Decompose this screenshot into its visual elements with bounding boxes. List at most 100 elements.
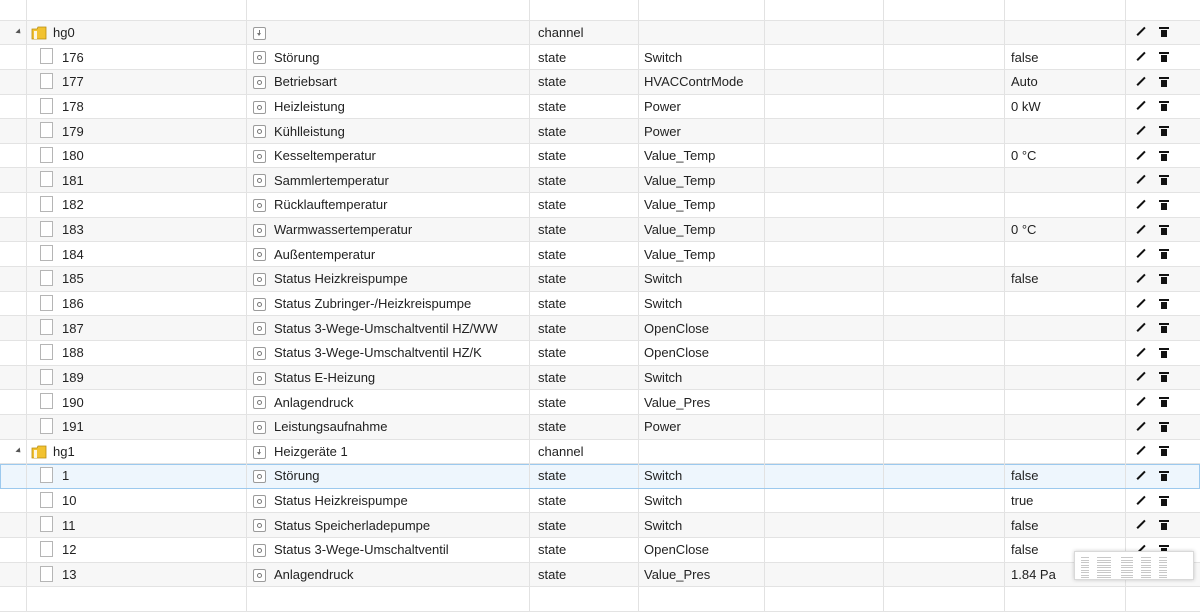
tree-state-row[interactable]: 180 Kesseltemperatur state Value_Temp 0 °C: [0, 143, 1200, 169]
column-divider: [883, 119, 884, 143]
delete-button[interactable]: [1154, 341, 1174, 365]
delete-button[interactable]: [1154, 70, 1174, 94]
delete-button[interactable]: [1154, 95, 1174, 119]
column-divider: [26, 217, 27, 242]
edit-button[interactable]: [1131, 415, 1151, 439]
delete-button[interactable]: [1154, 168, 1174, 192]
column-divider: [764, 217, 765, 242]
edit-button[interactable]: [1131, 464, 1151, 488]
tree-folder-row[interactable]: [0, 0, 1200, 21]
delete-button[interactable]: [1154, 464, 1174, 488]
edit-button[interactable]: [1131, 119, 1151, 143]
tree-state-row[interactable]: 183 Warmwassertemperatur state Value_Temp 0 …: [0, 217, 1200, 243]
tree-state-row[interactable]: 176 Störung state Switch false: [0, 45, 1200, 70]
edit-button[interactable]: [1131, 95, 1151, 119]
state-type-icon: [253, 174, 266, 188]
edit-button[interactable]: [1131, 267, 1151, 291]
object-name: Störung: [274, 468, 320, 484]
state-id: 189: [62, 369, 84, 385]
tree-state-row[interactable]: 182 Rücklauftemperatur state Value_Temp: [0, 193, 1200, 218]
minimap-line: [1159, 577, 1167, 578]
tree-state-row[interactable]: [0, 587, 1200, 612]
tree-state-row[interactable]: 10 Status Heizkreispumpe state Switch true: [0, 488, 1200, 514]
delete-button[interactable]: [1154, 144, 1174, 168]
minimap-line: [1097, 572, 1111, 573]
delete-button[interactable]: [1154, 390, 1174, 414]
edit-button[interactable]: [1131, 513, 1151, 537]
document-icon: [40, 122, 53, 139]
edit-button[interactable]: [1131, 193, 1151, 217]
delete-button[interactable]: [1154, 489, 1174, 513]
edit-button[interactable]: [1131, 489, 1151, 513]
delete-button[interactable]: [1154, 316, 1174, 340]
tree-state-row[interactable]: 1 Störung state Switch false: [0, 464, 1200, 489]
edit-button[interactable]: [1131, 366, 1151, 390]
object-name: Anlagendruck: [274, 567, 354, 583]
tree-state-row[interactable]: 177 Betriebsart state HVACContrMode Auto: [0, 69, 1200, 95]
object-name: Heizgeräte 1: [274, 443, 348, 459]
edit-button[interactable]: [1131, 242, 1151, 266]
tree-folder-row[interactable]: hg1 Heizgeräte 1 channel: [0, 439, 1200, 465]
object-type: state: [538, 74, 567, 90]
minimap-line: [1159, 557, 1167, 558]
document-icon: [40, 171, 53, 188]
object-type: state: [538, 123, 567, 139]
tree-state-row[interactable]: 188 Status 3-Wege-Umschaltventil HZ/K stat…: [0, 340, 1200, 366]
edit-button[interactable]: [1131, 390, 1151, 414]
tree-state-row[interactable]: 189 Status E-Heizung state Switch: [0, 365, 1200, 391]
edit-button[interactable]: [1131, 316, 1151, 340]
column-divider: [529, 587, 530, 612]
object-name: Kühlleistung: [274, 123, 345, 139]
delete-button[interactable]: [1154, 267, 1174, 291]
minimap-line: [1121, 562, 1133, 563]
tree-state-row[interactable]: 190 Anlagendruck state Value_Pres: [0, 390, 1200, 415]
delete-button[interactable]: [1154, 366, 1174, 390]
delete-button[interactable]: [1154, 513, 1174, 537]
pencil-icon: [1136, 422, 1146, 432]
column-divider: [529, 168, 530, 193]
edit-button[interactable]: [1131, 144, 1151, 168]
tree-state-row[interactable]: 13 Anlagendruck state Value_Pres 1.84 Pa: [0, 562, 1200, 588]
delete-button[interactable]: [1154, 415, 1174, 439]
tree-folder-row[interactable]: hg0 channel: [0, 20, 1200, 46]
delete-button[interactable]: [1154, 119, 1174, 143]
tree-state-row[interactable]: 178 Heizleistung state Power 0 kW: [0, 94, 1200, 120]
tree-state-row[interactable]: 184 Außentemperatur state Value_Temp: [0, 242, 1200, 268]
edit-button[interactable]: [1131, 168, 1151, 192]
state-type-icon: [253, 322, 266, 336]
tree-state-row[interactable]: 11 Status Speicherladepumpe state Switch fal…: [0, 513, 1200, 539]
tree-state-row[interactable]: 186 Status Zubringer-/Heizkreispumpe state…: [0, 291, 1200, 317]
delete-button[interactable]: [1154, 45, 1174, 69]
column-divider: [246, 217, 247, 242]
edit-button[interactable]: [1131, 218, 1151, 242]
delete-button[interactable]: [1154, 193, 1174, 217]
minimap-line: [1141, 564, 1151, 566]
expand-arrow-icon[interactable]: [15, 28, 23, 36]
trash-icon: [1159, 27, 1169, 38]
tree-state-row[interactable]: 12 Status 3-Wege-Umschaltventil state OpenC…: [0, 538, 1200, 563]
expand-arrow-icon[interactable]: [15, 446, 23, 455]
edit-button[interactable]: [1131, 70, 1151, 94]
column-divider: [26, 513, 27, 538]
tree-state-row[interactable]: 191 Leistungsaufnahme state Power: [0, 414, 1200, 440]
edit-button[interactable]: [1131, 440, 1151, 464]
edit-button[interactable]: [1131, 341, 1151, 365]
edit-button[interactable]: [1131, 45, 1151, 69]
delete-button[interactable]: [1154, 292, 1174, 316]
minimap-preview[interactable]: [1074, 551, 1194, 580]
edit-button[interactable]: [1131, 21, 1151, 45]
delete-button[interactable]: [1154, 218, 1174, 242]
edit-button[interactable]: [1131, 292, 1151, 316]
object-role: Switch: [644, 296, 683, 311]
tree-state-row[interactable]: 179 Kühlleistung state Power: [0, 119, 1200, 144]
column-divider: [1004, 119, 1005, 143]
delete-button[interactable]: [1154, 21, 1174, 45]
object-tree-table: hg0 channel 176 Störung state Switch false 177 B…: [0, 0, 1200, 612]
tree-state-row[interactable]: 181 Sammlertemperatur state Value_Temp: [0, 168, 1200, 194]
tree-state-row[interactable]: 187 Status 3-Wege-Umschaltventil HZ/WW sta…: [0, 316, 1200, 341]
delete-button[interactable]: [1154, 440, 1174, 464]
object-role: Value_Temp: [644, 222, 716, 238]
tree-state-row[interactable]: 185 Status Heizkreispumpe state Switch false: [0, 267, 1200, 292]
document-icon: [40, 72, 53, 89]
delete-button[interactable]: [1154, 242, 1174, 266]
